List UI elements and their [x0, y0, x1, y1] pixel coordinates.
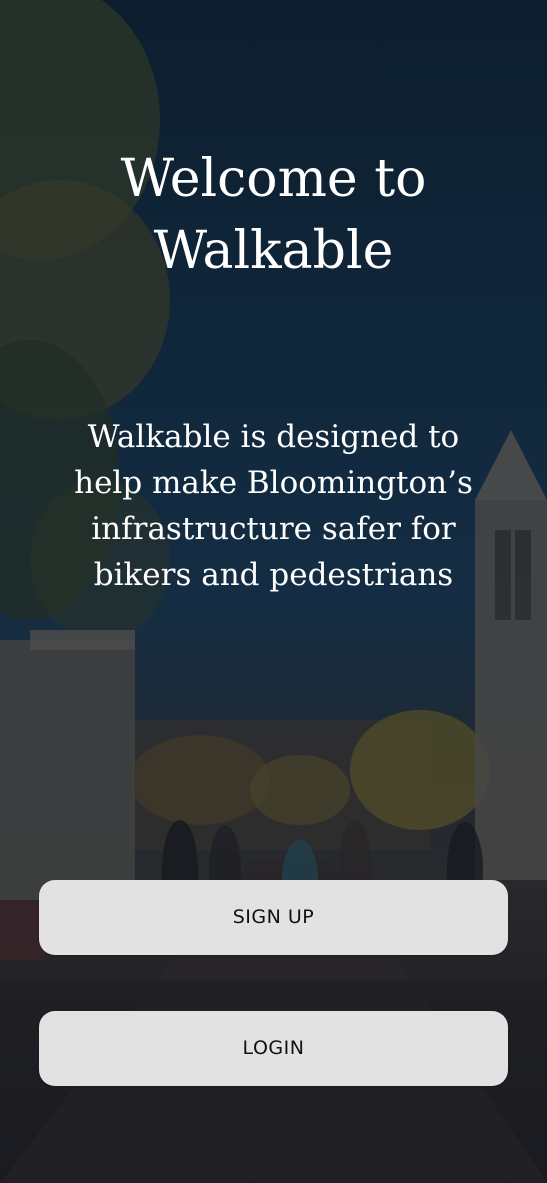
description-line-3: infrastructure safer for [91, 511, 456, 547]
welcome-title: Welcome to Walkable [0, 143, 547, 287]
sign-up-button[interactable]: SIGN UP [39, 880, 508, 955]
welcome-title-line-2: Walkable [153, 221, 394, 281]
login-button[interactable]: LOGIN [39, 1011, 508, 1086]
description-line-4: bikers and pedestrians [93, 557, 454, 593]
app-description: Walkable is designed to help make Bloomi… [60, 414, 487, 598]
description-line-1: Walkable is designed to [87, 419, 460, 455]
description-line-2: help make Bloomington’s [74, 465, 473, 501]
welcome-title-line-1: Welcome to [120, 149, 427, 209]
welcome-screen: Welcome to Walkable Walkable is designed… [0, 0, 547, 1183]
